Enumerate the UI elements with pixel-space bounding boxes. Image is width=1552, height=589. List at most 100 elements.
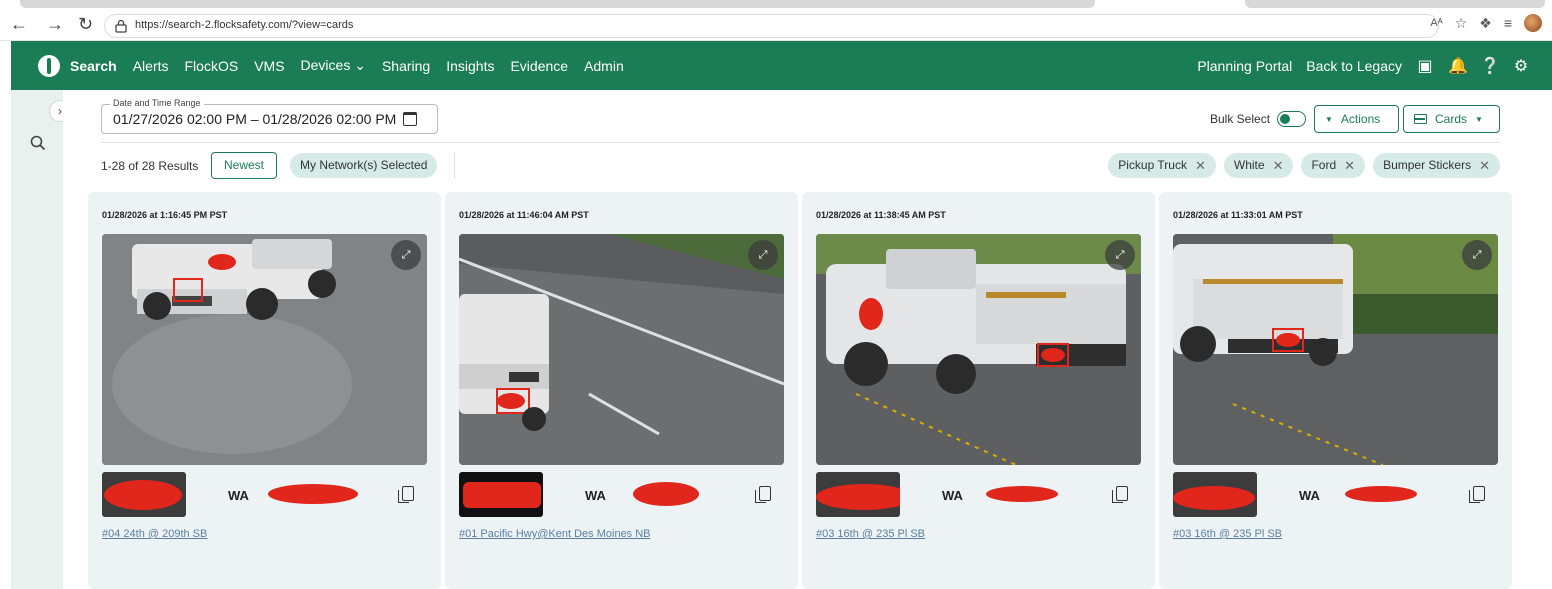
- view-cards-button[interactable]: Cards ▼: [1403, 105, 1500, 133]
- filter-chip-label: Bumper Stickers: [1383, 158, 1472, 172]
- card-timestamp: 01/28/2026 at 11:33:01 AM PST: [1173, 210, 1303, 220]
- help-icon[interactable]: ❔: [1480, 56, 1500, 76]
- filter-chip-ford[interactable]: Ford ✕: [1301, 153, 1366, 178]
- date-range-value: 01/27/2026 02:00 PM – 01/28/2026 02:00 P…: [113, 111, 397, 127]
- back-to-legacy-link[interactable]: Back to Legacy: [1306, 58, 1402, 74]
- sort-newest-button[interactable]: Newest: [211, 152, 277, 179]
- vehicle-image[interactable]: ⤢: [459, 234, 784, 465]
- card-timestamp: 01/28/2026 at 1:16:45 PM PST: [102, 210, 228, 220]
- result-card[interactable]: 01/28/2026 at 11:46:04 AM PST ⤢ WA #01 P…: [445, 192, 798, 589]
- vehicle-photo: [459, 234, 784, 465]
- filter-chip-label: Ford: [1311, 158, 1337, 172]
- redaction-mark: [1173, 486, 1255, 510]
- vehicle-photo: [102, 234, 427, 465]
- browser-toolbar: ← → ↻ https://search-2.flocksafety.com/?…: [0, 0, 1552, 41]
- nav-search[interactable]: Search: [70, 58, 117, 74]
- read-aloud-icon[interactable]: Aᴬ: [1430, 17, 1442, 29]
- calendar-icon[interactable]: [403, 112, 417, 126]
- actions-label: Actions: [1340, 112, 1381, 126]
- expand-icon[interactable]: ⤢: [1462, 240, 1492, 270]
- redacted-plate-number: [268, 484, 358, 504]
- filter-chip-pickup-truck[interactable]: Pickup Truck ✕: [1108, 153, 1216, 178]
- camera-icon[interactable]: ▣: [1416, 56, 1434, 76]
- flock-logo-icon[interactable]: [38, 54, 60, 77]
- app-navigation-bar: Search Alerts FlockOS VMS Devices ⌄ Shar…: [11, 41, 1552, 90]
- expand-icon[interactable]: ⤢: [391, 240, 421, 270]
- bulk-select-toggle[interactable]: [1277, 111, 1306, 127]
- result-card[interactable]: 01/28/2026 at 1:16:45 PM PST ⤢ WA #04 24…: [88, 192, 441, 589]
- redaction-mark: [104, 480, 182, 510]
- actions-button[interactable]: ▼ Actions: [1314, 105, 1399, 133]
- copy-icon[interactable]: [398, 486, 414, 503]
- favorite-icon[interactable]: ☆: [1455, 15, 1468, 32]
- date-range-field[interactable]: Date and Time Range 01/27/2026 02:00 PM …: [101, 98, 438, 134]
- vehicle-image[interactable]: ⤢: [102, 234, 427, 465]
- left-rail: ›: [11, 90, 71, 589]
- card-timestamp: 01/28/2026 at 11:38:45 AM PST: [816, 210, 946, 220]
- browser-tab-strip: [20, 0, 1095, 8]
- reload-icon[interactable]: ↻: [78, 14, 93, 34]
- nav-devices[interactable]: Devices ⌄: [301, 57, 366, 74]
- close-icon[interactable]: ✕: [1344, 153, 1355, 178]
- results-grid: 01/28/2026 at 1:16:45 PM PST ⤢ WA #04 24…: [88, 192, 1513, 589]
- user-settings-icon[interactable]: ⚙: [1512, 56, 1530, 76]
- caret-down-icon: ▼: [1475, 114, 1483, 124]
- copy-icon[interactable]: [1112, 486, 1128, 503]
- camera-link[interactable]: #01 Pacific Hwy@Kent Des Moines NB: [459, 528, 651, 540]
- nav-alerts[interactable]: Alerts: [133, 58, 169, 74]
- browser-tab-strip-right: [1245, 0, 1545, 8]
- nav-evidence[interactable]: Evidence: [510, 58, 568, 74]
- nav-sharing[interactable]: Sharing: [382, 58, 430, 74]
- nav-insights[interactable]: Insights: [446, 58, 494, 74]
- plate-thumbnail[interactable]: [1173, 472, 1257, 517]
- extensions-icon[interactable]: ❖: [1479, 15, 1492, 32]
- back-arrow-icon[interactable]: ←: [10, 14, 28, 34]
- plate-thumbnail[interactable]: [816, 472, 900, 517]
- result-count: 1-28 of 28 Results: [101, 159, 199, 173]
- redaction-mark: [463, 482, 541, 508]
- vehicle-image[interactable]: ⤢: [816, 234, 1141, 465]
- expand-icon[interactable]: ⤢: [748, 240, 778, 270]
- result-card[interactable]: 01/28/2026 at 11:38:45 AM PST ⤢ WA #03 1…: [802, 192, 1155, 589]
- filter-chip-label: Pickup Truck: [1118, 158, 1187, 172]
- bell-icon[interactable]: 🔔: [1448, 56, 1468, 76]
- network-chip[interactable]: My Network(s) Selected: [290, 153, 438, 178]
- redacted-plate-number: [986, 486, 1058, 502]
- plate-thumbnail[interactable]: [102, 472, 186, 517]
- nav-right-group: Planning Portal Back to Legacy ▣ 🔔 ❔ ⚙: [1197, 41, 1530, 90]
- camera-link[interactable]: #03 16th @ 235 Pl SB: [1173, 528, 1282, 540]
- filter-chip-white[interactable]: White ✕: [1223, 153, 1294, 178]
- url-text: https://search-2.flocksafety.com/?view=c…: [135, 19, 354, 31]
- planning-portal-link[interactable]: Planning Portal: [1197, 58, 1292, 74]
- browser-actions: Aᴬ ☆ ❖ ≡: [1430, 14, 1542, 32]
- plate-state: WA: [1299, 488, 1320, 503]
- nav-vms[interactable]: VMS: [254, 58, 284, 74]
- address-bar[interactable]: https://search-2.flocksafety.com/?view=c…: [104, 14, 1439, 38]
- copy-icon[interactable]: [755, 486, 771, 503]
- plate-thumbnail[interactable]: [459, 472, 543, 517]
- search-icon[interactable]: [30, 135, 46, 151]
- close-icon[interactable]: ✕: [1195, 153, 1206, 178]
- filter-chip-bumper-stickers[interactable]: Bumper Stickers ✕: [1373, 153, 1500, 178]
- cards-view-icon: [1414, 114, 1427, 124]
- camera-link[interactable]: #03 16th @ 235 Pl SB: [816, 528, 925, 540]
- redaction-mark: [816, 484, 900, 510]
- bulk-select-label: Bulk Select: [1210, 112, 1271, 126]
- forward-arrow-icon[interactable]: →: [46, 14, 64, 34]
- filter-chip-label: White: [1233, 158, 1265, 172]
- vehicle-image[interactable]: ⤢: [1173, 234, 1498, 465]
- copy-icon[interactable]: [1469, 486, 1485, 503]
- nav-flockos[interactable]: FlockOS: [185, 58, 239, 74]
- redacted-plate-number: [633, 482, 699, 506]
- camera-link[interactable]: #04 24th @ 209th SB: [102, 528, 207, 540]
- close-icon[interactable]: ✕: [1479, 153, 1490, 178]
- nav-admin[interactable]: Admin: [584, 58, 624, 74]
- expand-icon[interactable]: ⤢: [1105, 240, 1135, 270]
- cards-label: Cards: [1435, 112, 1468, 126]
- redacted-plate-number: [1345, 486, 1417, 502]
- chip-separator: [454, 152, 455, 179]
- profile-avatar[interactable]: [1524, 14, 1542, 32]
- close-icon[interactable]: ✕: [1273, 153, 1284, 178]
- result-card[interactable]: 01/28/2026 at 11:33:01 AM PST ⤢ WA #03 1…: [1159, 192, 1512, 589]
- collections-icon[interactable]: ≡: [1504, 15, 1512, 31]
